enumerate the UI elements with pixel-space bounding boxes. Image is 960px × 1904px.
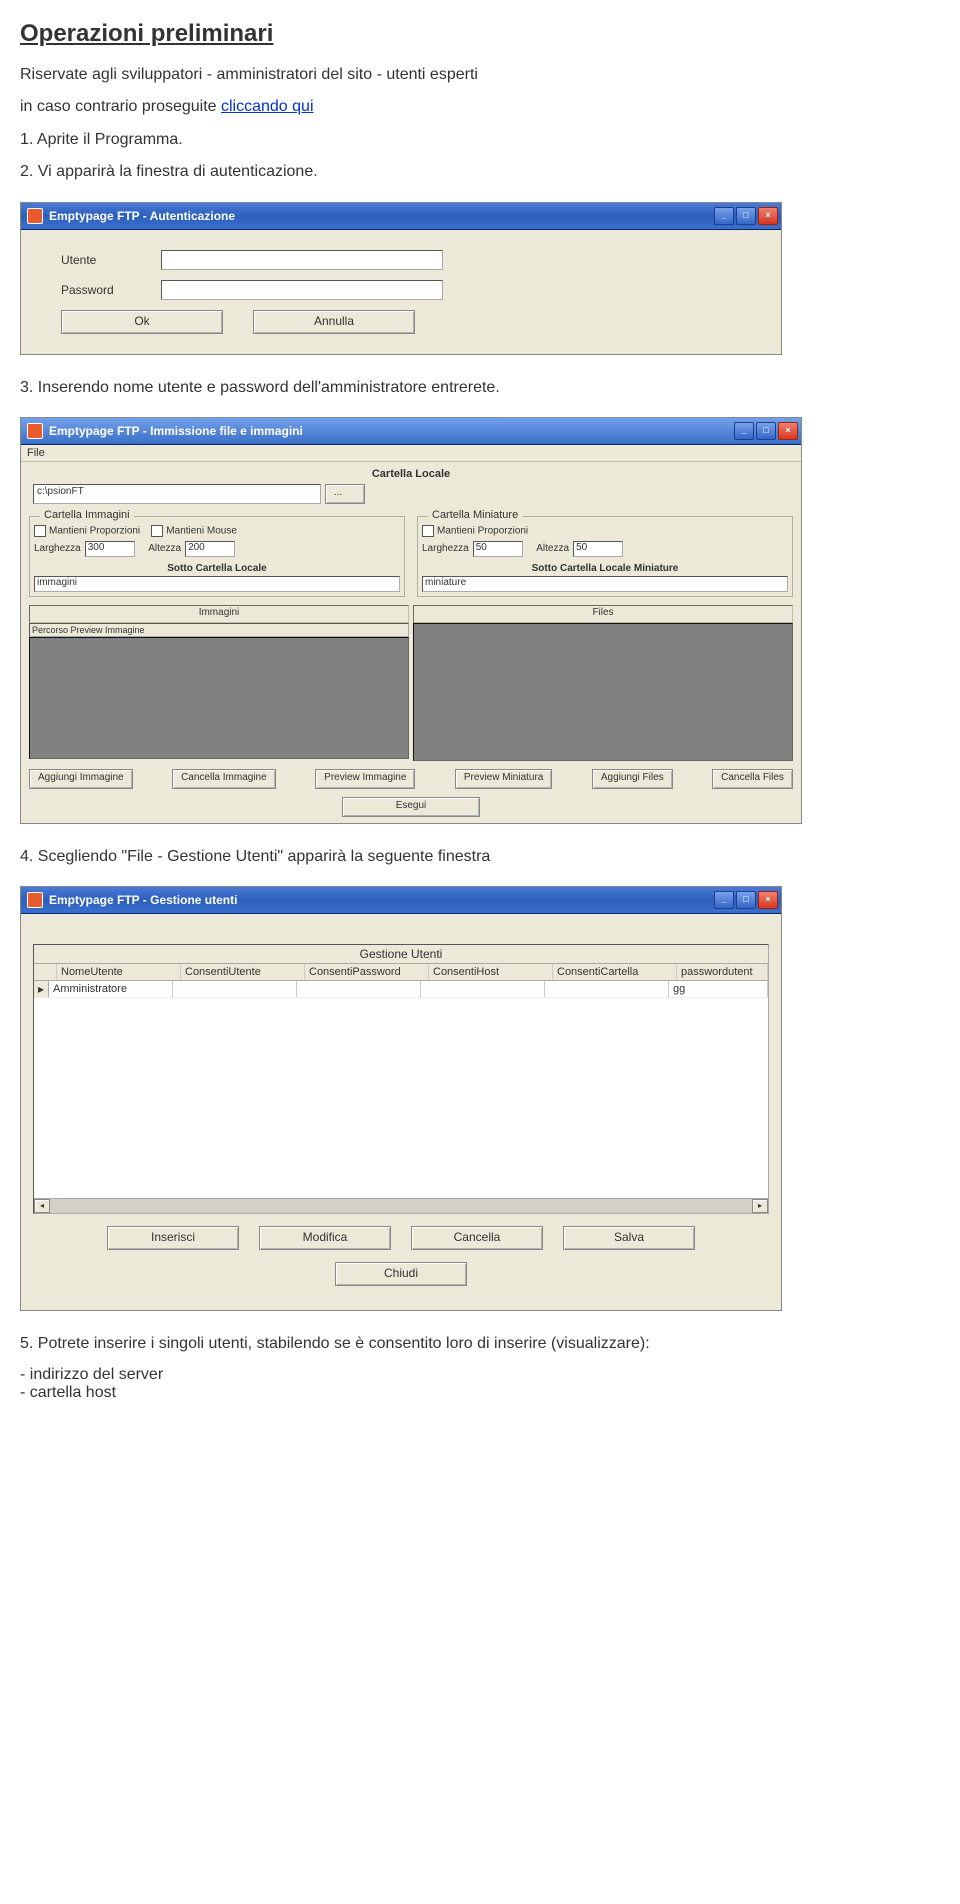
input-sotto-cartella-img[interactable]: immagini xyxy=(34,576,400,592)
btn-preview-immagine[interactable]: Preview Immagine xyxy=(315,769,415,789)
col-consentiutente[interactable]: ConsentiUtente xyxy=(181,964,305,980)
input-altezza-min[interactable]: 50 xyxy=(573,541,623,557)
col-consentihost[interactable]: ConsentiHost xyxy=(429,964,553,980)
auth-user-input[interactable] xyxy=(161,250,443,270)
grid-title: Gestione Utenti xyxy=(34,945,768,964)
btn-preview-miniatura[interactable]: Preview Miniatura xyxy=(455,769,552,789)
browse-button[interactable]: ... xyxy=(325,484,365,504)
btn-salva[interactable]: Salva xyxy=(563,1226,695,1250)
gu-title: Emptypage FTP - Gestione utenti xyxy=(49,893,714,907)
step-2: 2. Vi apparirà la finestra di autenticaz… xyxy=(20,161,940,183)
row-selector-icon[interactable]: ▸ xyxy=(34,981,49,997)
step-4: 4. Scegliendo "File - Gestione Utenti" a… xyxy=(20,846,940,868)
input-larghezza-min[interactable]: 50 xyxy=(473,541,523,557)
input-cartella-locale[interactable]: c:\psionFT xyxy=(33,484,321,504)
btn-cancella-immagine[interactable]: Cancella Immagine xyxy=(172,769,276,789)
tab-files[interactable]: Files xyxy=(413,605,793,623)
window-auth: Emptypage FTP - Autenticazione _ □ × Ute… xyxy=(20,202,782,355)
grid-row[interactable]: ▸ Amministratore gg xyxy=(34,981,768,998)
maximize-button[interactable]: □ xyxy=(736,891,756,909)
input-sotto-cartella-min[interactable]: miniature xyxy=(422,576,788,592)
auth-pass-input[interactable] xyxy=(161,280,443,300)
tab-immagini[interactable]: Immagini xyxy=(29,605,409,623)
chk-mantieni-proporzioni-img[interactable] xyxy=(34,525,46,537)
step-5: 5. Potrete inserire i singoli utenti, st… xyxy=(20,1333,940,1355)
grid-header: NomeUtente ConsentiUtente ConsentiPasswo… xyxy=(34,964,768,981)
link-cliccando-qui[interactable]: cliccando qui xyxy=(221,98,314,115)
row-percorso-preview: Percorso Preview Immagine xyxy=(29,623,409,637)
col-nomeutente[interactable]: NomeUtente xyxy=(57,964,181,980)
minimize-button[interactable]: _ xyxy=(734,422,754,440)
scroll-right-icon[interactable]: ▸ xyxy=(752,1199,768,1213)
gestione-utenti-grid[interactable]: Gestione Utenti NomeUtente ConsentiUtent… xyxy=(33,944,769,1214)
btn-cancella-files[interactable]: Cancella Files xyxy=(712,769,793,789)
gu-titlebar: Emptypage FTP - Gestione utenti _ □ × xyxy=(21,887,781,914)
auth-pass-label: Password xyxy=(31,283,161,297)
preview-immagini-area xyxy=(29,637,409,759)
btn-esegui[interactable]: Esegui xyxy=(342,797,480,817)
btn-inserisci[interactable]: Inserisci xyxy=(107,1226,239,1250)
label-cartella-immagini: Cartella Immagini xyxy=(40,509,134,521)
app-icon xyxy=(27,208,43,224)
auth-user-label: Utente xyxy=(31,253,161,267)
chk-mantieni-proporzioni-min[interactable] xyxy=(422,525,434,537)
imm-title: Emptypage FTP - Immissione file e immagi… xyxy=(49,424,734,438)
input-larghezza-img[interactable]: 300 xyxy=(85,541,135,557)
step-1: 1. Aprite il Programma. xyxy=(20,129,940,151)
imm-menu-bar: File xyxy=(21,445,801,462)
btn-modifica[interactable]: Modifica xyxy=(259,1226,391,1250)
imm-titlebar: Emptypage FTP - Immissione file e immagi… xyxy=(21,418,801,445)
app-icon xyxy=(27,892,43,908)
close-button[interactable]: × xyxy=(758,891,778,909)
chk-mantieni-mouse[interactable] xyxy=(151,525,163,537)
auth-ok-button[interactable]: Ok xyxy=(61,310,223,334)
scroll-left-icon[interactable]: ◂ xyxy=(34,1199,50,1213)
minimize-button[interactable]: _ xyxy=(714,207,734,225)
close-button[interactable]: × xyxy=(778,422,798,440)
label-sotto-cartella-locale: Sotto Cartella Locale xyxy=(34,563,400,574)
grid-h-scrollbar[interactable]: ◂ ▸ xyxy=(34,1198,768,1213)
menu-file[interactable]: File xyxy=(27,447,45,459)
intro-line1: Riservate agli sviluppatori - amministra… xyxy=(20,64,940,86)
label-sotto-cartella-locale-min: Sotto Cartella Locale Miniature xyxy=(422,563,788,574)
grid-empty-area xyxy=(34,998,768,1198)
col-consenticartella[interactable]: ConsentiCartella xyxy=(553,964,677,980)
cell-nome: Amministratore xyxy=(49,981,173,997)
btn-aggiungi-immagine[interactable]: Aggiungi Immagine xyxy=(29,769,133,789)
maximize-button[interactable]: □ xyxy=(736,207,756,225)
window-gestione-utenti: Emptypage FTP - Gestione utenti _ □ × Ge… xyxy=(20,886,782,1311)
input-altezza-img[interactable]: 200 xyxy=(185,541,235,557)
close-button[interactable]: × xyxy=(758,207,778,225)
btn-cancella[interactable]: Cancella xyxy=(411,1226,543,1250)
auth-cancel-button[interactable]: Annulla xyxy=(253,310,415,334)
label-cartella-miniature: Cartella Miniature xyxy=(428,509,522,521)
step-3: 3. Inserendo nome utente e password dell… xyxy=(20,377,940,399)
label-cartella-locale: Cartella Locale xyxy=(25,468,797,480)
auth-titlebar: Emptypage FTP - Autenticazione _ □ × xyxy=(21,203,781,230)
btn-aggiungi-files[interactable]: Aggiungi Files xyxy=(592,769,673,789)
bullet-cartella-host: - cartella host xyxy=(20,1384,940,1402)
preview-files-area xyxy=(413,623,793,761)
bullet-indirizzo-server: - indirizzo del server xyxy=(20,1366,940,1384)
col-consentipassword[interactable]: ConsentiPassword xyxy=(305,964,429,980)
minimize-button[interactable]: _ xyxy=(714,891,734,909)
btn-chiudi[interactable]: Chiudi xyxy=(335,1262,467,1286)
app-icon xyxy=(27,423,43,439)
intro-line2: in caso contrario proseguite cliccando q… xyxy=(20,96,940,118)
maximize-button[interactable]: □ xyxy=(756,422,776,440)
page-heading: Operazioni preliminari xyxy=(20,20,940,48)
window-immissione: Emptypage FTP - Immissione file e immagi… xyxy=(20,417,802,824)
cell-password: gg xyxy=(669,981,768,997)
auth-title: Emptypage FTP - Autenticazione xyxy=(49,209,714,223)
col-passwordutente[interactable]: passwordutent xyxy=(677,964,768,980)
